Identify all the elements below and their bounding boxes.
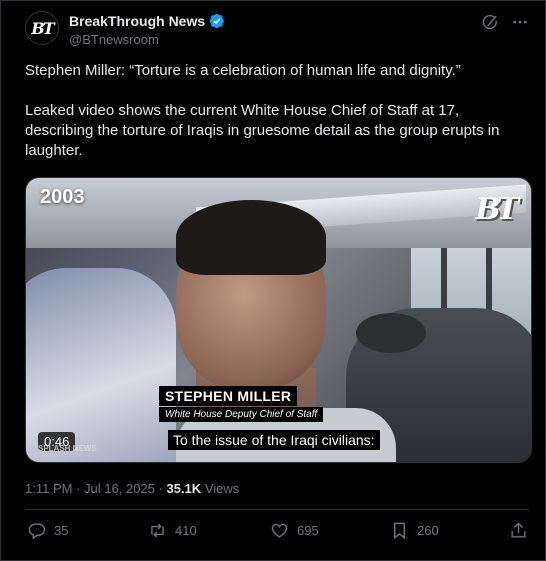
video-watermark: SPLASH NEWS <box>38 444 97 453</box>
tweet-text: Stephen Miller: “Torture is a celebratio… <box>25 61 530 181</box>
share-icon <box>511 522 526 538</box>
lower-third-title: White House Deputy Chief of Staff <box>159 407 324 422</box>
video-frame-person <box>356 313 426 353</box>
reply-icon <box>28 523 46 540</box>
display-name[interactable]: BreakThrough News <box>69 13 205 29</box>
channel-logo: BT <box>475 192 519 227</box>
repost-count: 410 <box>175 523 197 538</box>
divider <box>25 509 529 510</box>
bookmark-button[interactable]: 260 <box>390 521 439 540</box>
name-row[interactable]: BreakThrough News <box>69 13 225 29</box>
video-subtitle: To the issue of the Iraqi civilians: <box>168 430 380 450</box>
lower-third: STEPHEN MILLER White House Deputy Chief … <box>159 386 324 422</box>
views-label: Views <box>204 481 240 496</box>
like-count: 695 <box>297 523 319 538</box>
lower-third-name: STEPHEN MILLER <box>159 386 298 406</box>
tweet-paragraph: Leaked video shows the current White Hou… <box>25 102 500 159</box>
repost-icon <box>151 523 164 538</box>
tweet-meta: 1:11 PM · Jul 16, 2025 · 35.1K Views <box>25 481 239 496</box>
bookmark-count: 260 <box>417 523 439 538</box>
year-overlay: 2003 <box>40 186 85 208</box>
tweet-paragraph: Stephen Miller: “Torture is a celebratio… <box>25 62 461 79</box>
more-icon[interactable] <box>511 13 529 31</box>
reply-count: 35 <box>54 523 69 538</box>
verified-badge-icon <box>209 13 224 29</box>
heart-icon <box>271 523 288 538</box>
tweet-time[interactable]: 1:11 PM <box>25 481 72 496</box>
video-player[interactable]: 2003 BT STEPHEN MILLER White House Deput… <box>25 177 532 463</box>
meta-separator: · <box>76 481 81 496</box>
avatar-logo: BT <box>31 18 54 38</box>
views-count[interactable]: 35.1K <box>166 481 201 496</box>
header-actions <box>481 13 529 31</box>
handle[interactable]: @BTnewsroom <box>69 32 159 47</box>
avatar[interactable]: BT <box>25 11 59 45</box>
meta-separator: · <box>158 481 163 496</box>
like-button[interactable]: 695 <box>270 521 319 540</box>
bookmark-icon <box>394 522 405 540</box>
reply-button[interactable]: 35 <box>27 521 68 540</box>
tweet-header: BT BreakThrough News @BTnewsroom <box>25 11 529 51</box>
share-button[interactable] <box>509 521 528 540</box>
video-frame-hair <box>176 200 326 275</box>
tweet-date[interactable]: Jul 16, 2025 <box>84 481 155 496</box>
action-bar: 35 410 695 260 <box>25 521 531 545</box>
tweet-card: BT BreakThrough News @BTnewsroom Stephen… <box>0 0 546 561</box>
repost-button[interactable]: 410 <box>148 521 197 540</box>
grok-icon[interactable] <box>481 13 499 31</box>
